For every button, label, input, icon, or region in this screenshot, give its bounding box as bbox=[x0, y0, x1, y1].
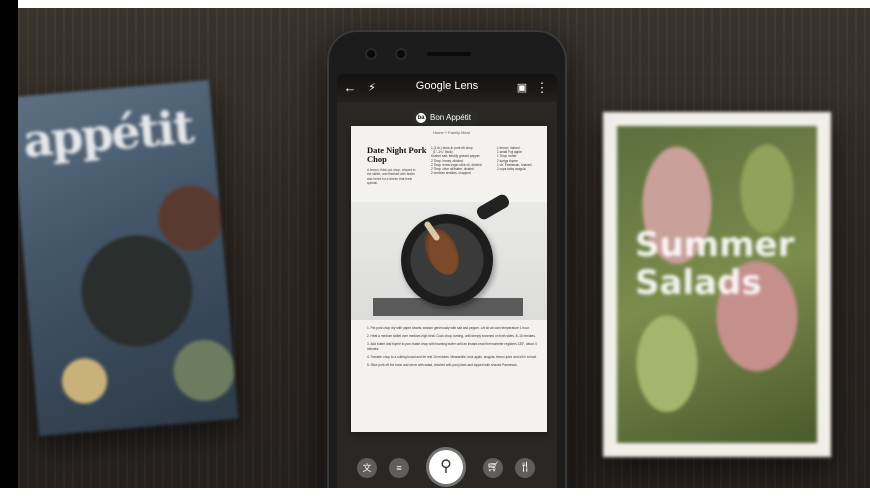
recipe-intro: A brown, thick-cut chop, crisped in the … bbox=[367, 168, 416, 186]
recipe-subheading: Home + Family Meal bbox=[433, 130, 470, 135]
magazine-right-title: Summer Salads bbox=[635, 225, 795, 303]
recipe-title: Date Night Pork Chop bbox=[367, 145, 427, 164]
sensor-icon bbox=[397, 50, 405, 58]
skillet-handle bbox=[474, 192, 512, 222]
search-icon[interactable]: ⚲ bbox=[429, 450, 463, 484]
bottom-border bbox=[0, 488, 870, 499]
shopping-cart-icon[interactable]: 🛒︎ bbox=[483, 458, 503, 478]
phone: ← ⚡︎ Google Lens ▣ ⋮ ba Bon Appétit Home… bbox=[327, 30, 567, 499]
magazine-right: Summer Salads bbox=[603, 112, 831, 457]
earpiece-speaker bbox=[427, 52, 471, 56]
ingredients-column-1: 1 (1 lb.) bone-in pork rib chop (1"–1¼" … bbox=[431, 146, 482, 176]
translate-icon[interactable]: 文 bbox=[357, 458, 377, 478]
top-border bbox=[0, 0, 870, 8]
back-arrow-icon[interactable]: ← bbox=[341, 79, 359, 97]
magazine-left-title: appétit bbox=[21, 99, 195, 169]
magazine-right-photo: Summer Salads bbox=[617, 126, 817, 443]
dining-icon[interactable]: 🍴︎ bbox=[515, 458, 535, 478]
more-vert-icon[interactable]: ⋮ bbox=[533, 79, 551, 97]
text-icon[interactable]: ≡ bbox=[389, 458, 409, 478]
flash-off-icon[interactable]: ⚡︎ bbox=[363, 79, 381, 97]
recipe-step: 4. Transfer chop to a cutting board and … bbox=[367, 355, 537, 359]
recipe-page: Home + Family Meal Date Night Pork Chop … bbox=[351, 126, 547, 432]
phone-screen: ← ⚡︎ Google Lens ▣ ⋮ ba Bon Appétit Home… bbox=[337, 74, 557, 499]
recipe-step: 1. Pat pork chop dry with paper towels; … bbox=[367, 326, 530, 330]
chip-label: Bon Appétit bbox=[430, 113, 471, 122]
detected-source-chip[interactable]: ba Bon Appétit bbox=[413, 110, 479, 126]
left-border bbox=[0, 0, 18, 499]
recipe-step: 3. Add butter and thyme to pan; baste ch… bbox=[367, 342, 537, 351]
pork-chop-photo bbox=[351, 192, 547, 320]
bon-appetit-logo: ba bbox=[416, 113, 426, 123]
app-title: Google Lens bbox=[415, 80, 479, 92]
recipe-steps: 1. Pat pork chop dry with paper towels; … bbox=[367, 326, 537, 371]
magazine-left: appétit bbox=[18, 79, 239, 437]
gallery-icon[interactable]: ▣ bbox=[513, 79, 531, 97]
lens-app-bar: ← ⚡︎ Google Lens ▣ ⋮ bbox=[337, 74, 557, 102]
ingredients-column-2: 1 lemon, halved 1 small Fuji apple 1 Tbs… bbox=[497, 146, 532, 172]
recipe-step: 5. Slice pork off the bone and serve wit… bbox=[367, 363, 518, 367]
recipe-step: 2. Heat a medium skillet over medium-hig… bbox=[367, 334, 536, 338]
front-camera-icon bbox=[367, 50, 375, 58]
lens-mode-toolbar: 文 ≡ ⚲ 🛒︎ 🍴︎ bbox=[337, 446, 557, 492]
